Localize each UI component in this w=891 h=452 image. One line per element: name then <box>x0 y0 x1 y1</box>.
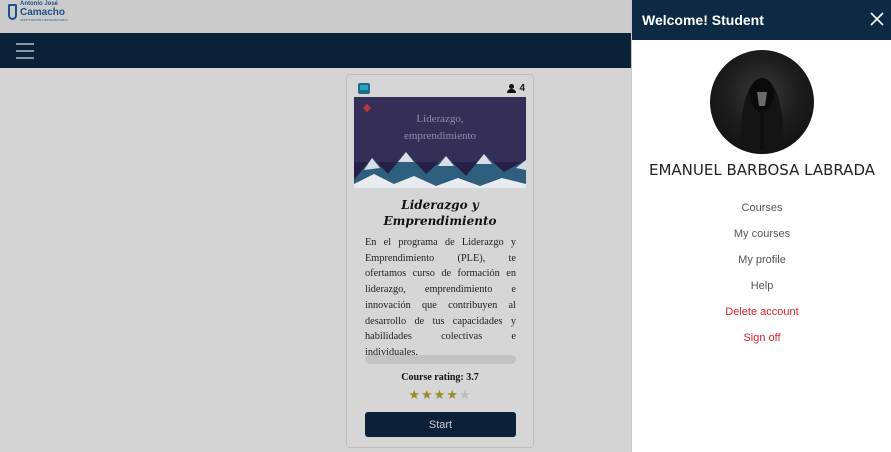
course-title-line2: Emprendimiento <box>383 214 497 228</box>
user-icon <box>507 84 517 93</box>
user-offcanvas-panel: Welcome! Student EMANUEL BARBOSA LABRADA… <box>631 0 891 452</box>
institution-logo[interactable]: Antonio José Camacho INSTITUCIÓN UNIVERS… <box>8 1 80 25</box>
logo-mark-icon <box>8 4 17 20</box>
user-menu: Courses My courses My profile Help Delet… <box>632 199 891 355</box>
enrolled-users-count: 4 <box>507 83 525 94</box>
course-description: En el programa de Liderazgo y Emprendimi… <box>365 237 516 358</box>
course-cover-image[interactable]: Liderazgo, emprendimiento <box>354 97 526 188</box>
user-full-name: EMANUEL BARBOSA LABRADA <box>649 161 875 179</box>
course-title: Liderazgo y Emprendimiento <box>347 197 533 229</box>
half-star-icon: ★ <box>446 387 459 402</box>
menu-item-delete-account[interactable]: Delete account <box>632 303 891 329</box>
avatar <box>710 50 814 154</box>
course-rating-label: Course rating: 3.7 <box>401 372 479 383</box>
menu-item-courses[interactable]: Courses <box>632 199 891 225</box>
user-count-value: 4 <box>519 83 525 94</box>
panel-title: Welcome! Student <box>642 12 764 28</box>
menu-item-help[interactable]: Help <box>632 277 891 303</box>
rating-stars: ★★★★★ <box>347 387 533 403</box>
logo-text-line3: INSTITUCIÓN UNIVERSITARIA <box>20 18 68 22</box>
course-title-line1: Liderazgo y <box>401 198 479 212</box>
menu-item-my-profile[interactable]: My profile <box>632 251 891 277</box>
panel-header: Welcome! Student <box>632 0 891 40</box>
course-progress-bar <box>365 355 516 364</box>
mountains-illustration <box>354 152 526 188</box>
star-icon: ★ <box>421 387 434 402</box>
course-icon <box>358 83 370 94</box>
close-icon[interactable] <box>869 11 885 27</box>
star-icon: ★ <box>408 387 422 402</box>
cover-title-line1: Liderazgo, <box>416 113 464 125</box>
start-course-button[interactable]: Start <box>365 412 516 437</box>
star-icon: ★ <box>433 387 447 402</box>
menu-item-my-courses[interactable]: My courses <box>632 225 891 251</box>
course-card: 4 Liderazgo, emprendimiento Liderazgo y … <box>346 74 534 448</box>
empty-star-icon: ★ <box>458 387 472 402</box>
menu-icon[interactable] <box>16 43 34 59</box>
menu-item-sign-off[interactable]: Sign off <box>632 329 891 355</box>
logo-text-line2: Camacho <box>20 7 66 18</box>
